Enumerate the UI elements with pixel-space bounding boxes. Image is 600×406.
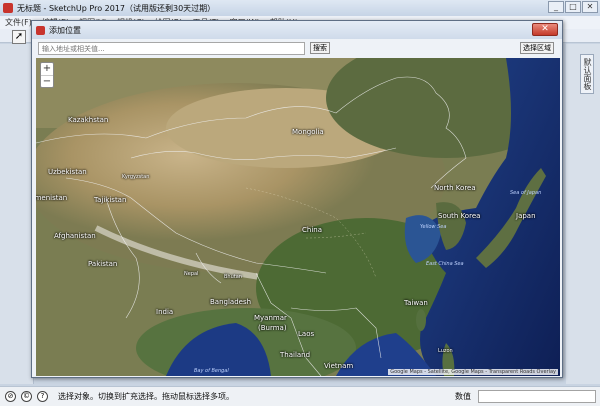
- map-label-sea-of-japan: Sea of Japan: [510, 190, 542, 196]
- close-button[interactable]: ✕: [582, 1, 598, 13]
- app-titlebar: 无标题 - SketchUp Pro 2017（试用版还剩30天过期） _ □ …: [0, 0, 600, 16]
- minimize-button[interactable]: _: [548, 1, 564, 13]
- map-label-myanmar: Myanmar: [254, 314, 287, 322]
- left-tool-strip: [0, 44, 34, 384]
- map-label-mongolia: Mongolia: [292, 128, 324, 136]
- map-label-south-korea: South Korea: [438, 212, 481, 220]
- default-tray-tab[interactable]: 默认面板: [580, 54, 594, 94]
- select-tool-arrow-icon[interactable]: ➚: [12, 30, 26, 44]
- map-label-india: India: [156, 308, 174, 316]
- measurements-input[interactable]: [478, 390, 596, 403]
- map-label-laos: Laos: [298, 330, 315, 338]
- add-location-dialog: 添加位置 ✕ 搜索 选择区域: [31, 20, 563, 378]
- app-title: 无标题 - SketchUp Pro 2017（试用版还剩30天过期）: [17, 3, 216, 13]
- map-label-bangladesh: Bangladesh: [210, 298, 252, 306]
- map-label-nepal: Nepal: [184, 271, 199, 277]
- dialog-titlebar[interactable]: 添加位置 ✕: [32, 21, 562, 39]
- search-button[interactable]: 搜索: [310, 42, 330, 54]
- map-label-bhutan: Bhutan: [224, 274, 242, 280]
- credits-icon[interactable]: ©: [21, 391, 32, 402]
- dialog-title: 添加位置: [49, 25, 81, 35]
- map-label-turkmenistan: Turkmenistan: [36, 194, 68, 202]
- map-label-east-china-sea: East China Sea: [426, 261, 464, 267]
- sketchup-logo-icon: [36, 25, 45, 35]
- map-label-kazakhstan: Kazakhstan: [68, 116, 109, 124]
- status-bar: ⊘ © ? 选择对象。切换到扩充选择。拖动鼠标选择多项。 数值: [0, 386, 600, 406]
- satellite-map[interactable]: + − Kazakhstan Mongolia Uzbekistan Kyrgy…: [36, 58, 560, 376]
- map-label-pakistan: Pakistan: [88, 260, 118, 268]
- zoom-out-button[interactable]: −: [41, 75, 53, 87]
- map-label-yellow-sea: Yellow Sea: [420, 224, 447, 230]
- help-icon[interactable]: ?: [37, 391, 48, 402]
- map-terrain: [36, 58, 560, 376]
- map-label-tajikistan: Tajikistan: [94, 196, 127, 204]
- select-region-button[interactable]: 选择区域: [520, 42, 554, 54]
- zoom-in-button[interactable]: +: [41, 63, 53, 75]
- address-search-input[interactable]: [38, 42, 305, 55]
- right-panel-strip: [566, 44, 600, 384]
- map-label-uzbekistan: Uzbekistan: [48, 168, 87, 176]
- map-label-luzon: Luzon: [438, 348, 453, 354]
- sketchup-logo-icon: [3, 3, 13, 13]
- status-hint: 选择对象。切换到扩充选择。拖动鼠标选择多项。: [58, 392, 234, 401]
- geo-location-icon[interactable]: ⊘: [5, 391, 16, 402]
- window-controls: _ □ ✕: [548, 1, 598, 13]
- map-label-china: China: [302, 226, 322, 234]
- zoom-control: + −: [40, 62, 54, 88]
- map-label-taiwan: Taiwan: [404, 299, 428, 307]
- map-attribution: Google Maps - Satellite, Google Maps - T…: [388, 369, 558, 375]
- measurements-label: 数值: [455, 392, 471, 401]
- map-label-afghanistan: Afghanistan: [54, 232, 96, 240]
- map-label-burma: (Burma): [258, 324, 287, 332]
- map-label-north-korea: North Korea: [434, 184, 476, 192]
- map-label-japan: Japan: [516, 212, 536, 220]
- maximize-button[interactable]: □: [565, 1, 581, 13]
- map-label-bay-of-bengal: Bay of Bengal: [194, 368, 229, 374]
- map-label-vietnam: Vietnam: [324, 362, 354, 370]
- dialog-close-button[interactable]: ✕: [532, 23, 558, 36]
- map-label-thailand: Thailand: [280, 351, 311, 359]
- map-label-kyrgyzstan: Kyrgyzstan: [122, 174, 150, 180]
